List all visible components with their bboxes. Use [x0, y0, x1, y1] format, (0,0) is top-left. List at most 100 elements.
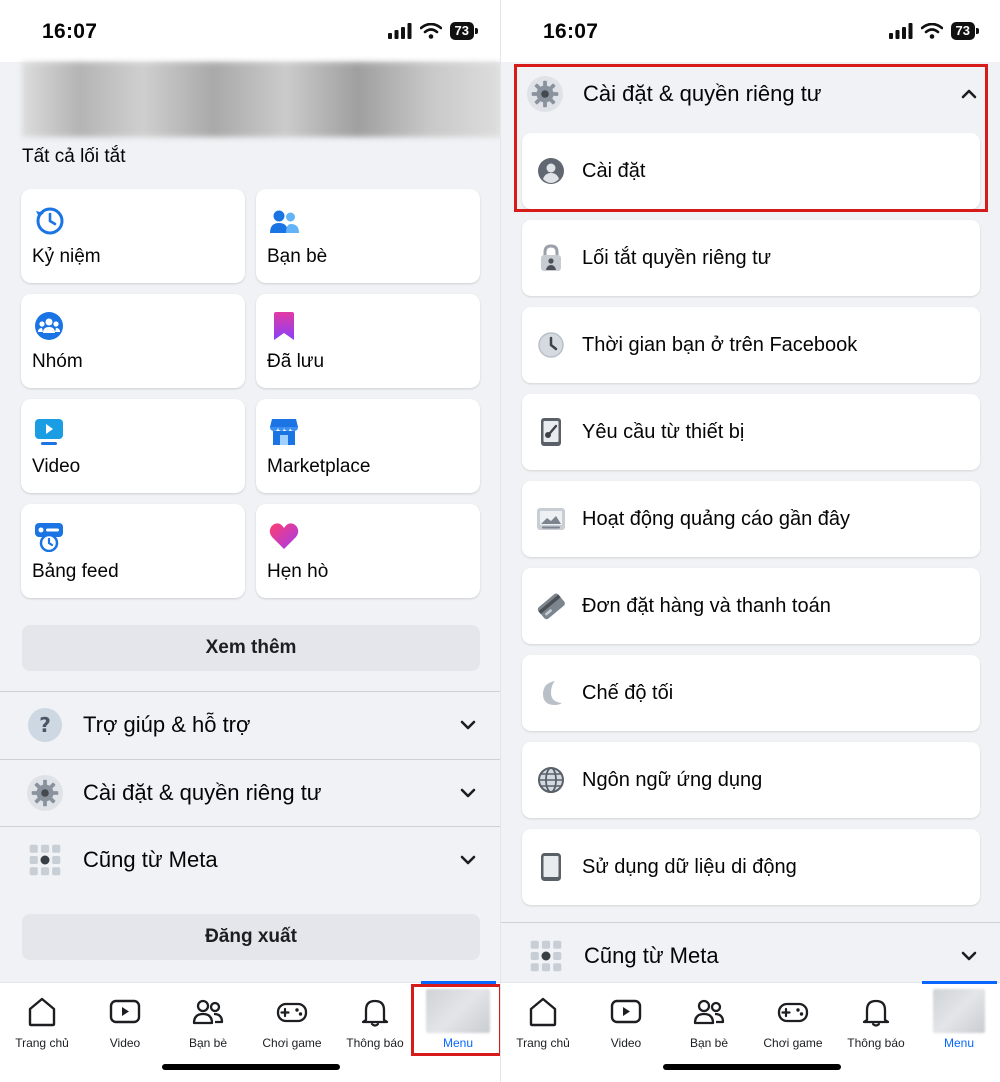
item-dark-mode[interactable]: Chế độ tối — [522, 655, 980, 731]
tile-label: Marketplace — [267, 456, 371, 477]
home-icon — [526, 995, 560, 1029]
item-time-on-facebook[interactable]: Thời gian bạn ở trên Facebook — [522, 307, 980, 383]
section-settings-privacy-expanded[interactable]: Cài đặt & quyền riêng tư — [501, 62, 1000, 126]
tile-video[interactable]: Video — [21, 399, 245, 493]
globe-icon — [536, 765, 566, 795]
item-orders-payments[interactable]: Đơn đặt hàng và thanh toán — [522, 568, 980, 644]
friends-icon — [692, 995, 726, 1029]
status-time: 16:07 — [543, 20, 599, 43]
wifi-icon — [920, 23, 943, 39]
nav-menu[interactable]: Menu — [917, 983, 1000, 1053]
item-privacy-shortcuts[interactable]: Lối tắt quyền riêng tư — [522, 220, 980, 296]
item-device-requests[interactable]: Yêu cầu từ thiết bị — [522, 394, 980, 470]
nav-label: Bạn bè — [689, 1036, 729, 1050]
tile-dating[interactable]: Hẹn hò — [256, 504, 480, 598]
video-play-icon — [108, 995, 142, 1029]
tile-saved[interactable]: Đã lưu — [256, 294, 480, 388]
item-label: Lối tắt quyền riêng tư — [582, 246, 772, 269]
apps-grid-icon — [526, 936, 566, 976]
section-help-support[interactable]: ? Trợ giúp & hỗ trợ — [0, 691, 500, 758]
clock-icon — [536, 330, 566, 360]
nav-video[interactable]: Video — [83, 983, 167, 1053]
ad-activity-icon — [536, 504, 566, 534]
battery-indicator: 73 — [950, 22, 980, 40]
tile-groups[interactable]: Nhóm — [21, 294, 245, 388]
section-label: Cài đặt & quyền riêng tư — [583, 81, 822, 106]
mobile-phone-icon — [536, 852, 566, 882]
item-settings[interactable]: Cài đặt — [522, 133, 980, 209]
tile-label: Nhóm — [32, 351, 83, 372]
gear-icon — [525, 74, 565, 114]
tile-label: Đã lưu — [267, 351, 325, 372]
nav-gaming[interactable]: Chơi game — [751, 983, 835, 1053]
chevron-down-icon — [959, 946, 979, 966]
nav-label: Bạn bè — [188, 1036, 228, 1050]
moon-icon — [536, 678, 566, 708]
item-mobile-data-usage[interactable]: Sử dụng dữ liệu di động — [522, 829, 980, 905]
nav-menu[interactable]: Menu — [416, 983, 500, 1053]
section-settings-privacy[interactable]: Cài đặt & quyền riêng tư — [0, 759, 500, 826]
memories-clock-icon — [36, 207, 64, 235]
status-icons: 73 — [888, 22, 980, 40]
device-key-icon — [536, 417, 566, 447]
nav-label: Trang chủ — [516, 1036, 570, 1050]
section-also-from-meta[interactable]: Cũng từ Meta — [0, 826, 500, 893]
battery-indicator: 73 — [449, 22, 479, 40]
status-bar: 16:07 73 — [0, 0, 500, 62]
nav-gaming[interactable]: Chơi game — [250, 983, 334, 1053]
tile-friends[interactable]: Bạn bè — [256, 189, 480, 283]
tile-label: Bảng feed — [32, 561, 119, 582]
nav-friends[interactable]: Bạn bè — [166, 983, 250, 1053]
item-recent-ad-activity[interactable]: Hoạt động quảng cáo gần đây — [522, 481, 980, 557]
payment-card-icon — [536, 591, 566, 621]
tile-memories[interactable]: Kỷ niệm — [21, 189, 245, 283]
nav-home[interactable]: Trang chủ — [0, 983, 84, 1053]
left-screen: 16:07 73 Tất cả lối tắt Kỷ niệm Bạn bè N… — [0, 0, 500, 1082]
gamepad-icon — [776, 995, 810, 1029]
section-label: Cài đặt & quyền riêng tư — [83, 780, 322, 805]
chevron-down-icon — [458, 715, 478, 735]
marketplace-store-icon — [270, 419, 298, 445]
profile-avatar — [933, 989, 985, 1033]
shortcuts-title: Tất cả lối tắt — [22, 146, 126, 167]
tile-label: Kỷ niệm — [32, 246, 101, 267]
home-indicator — [162, 1064, 340, 1070]
item-app-language[interactable]: Ngôn ngữ ứng dụng — [522, 742, 980, 818]
nav-label: Chơi game — [262, 1036, 322, 1050]
bell-icon — [859, 995, 893, 1029]
nav-notifications[interactable]: Thông báo — [834, 983, 918, 1053]
nav-video[interactable]: Video — [584, 983, 668, 1053]
tile-label: Hẹn hò — [267, 561, 329, 582]
profile-banner[interactable] — [22, 62, 500, 137]
nav-label: Thông báo — [346, 1036, 404, 1050]
nav-home[interactable]: Trang chủ — [501, 983, 585, 1053]
nav-notifications[interactable]: Thông báo — [333, 983, 417, 1053]
see-more-button[interactable]: Xem thêm — [22, 625, 480, 671]
friends-icon — [191, 995, 225, 1029]
item-label: Chế độ tối — [582, 681, 674, 704]
gear-icon — [25, 773, 65, 813]
nav-label: Menu — [442, 1036, 474, 1050]
nav-label: Menu — [943, 1036, 975, 1050]
logout-button[interactable]: Đăng xuất — [22, 914, 480, 960]
item-label: Hoạt động quảng cáo gần đây — [582, 507, 850, 530]
tile-feeds[interactable]: Bảng feed — [21, 504, 245, 598]
item-label: Ngôn ngữ ứng dụng — [582, 768, 763, 791]
help-question-icon: ? — [25, 705, 65, 745]
friends-icon — [270, 210, 299, 233]
feeds-icon — [35, 523, 63, 552]
status-icons: 73 — [387, 22, 479, 40]
privacy-lock-icon — [536, 243, 566, 273]
signal-icon — [888, 23, 913, 39]
nav-label: Trang chủ — [15, 1036, 69, 1050]
nav-label: Thông báo — [847, 1036, 905, 1050]
bell-icon — [358, 995, 392, 1029]
section-also-from-meta[interactable]: Cũng từ Meta — [501, 922, 1000, 989]
nav-label: Chơi game — [763, 1036, 823, 1050]
tile-marketplace[interactable]: Marketplace — [256, 399, 480, 493]
apps-grid-icon — [25, 840, 65, 880]
nav-friends[interactable]: Bạn bè — [667, 983, 751, 1053]
section-label: Trợ giúp & hỗ trợ — [83, 712, 251, 737]
video-icon — [35, 419, 63, 445]
chevron-down-icon — [458, 850, 478, 870]
